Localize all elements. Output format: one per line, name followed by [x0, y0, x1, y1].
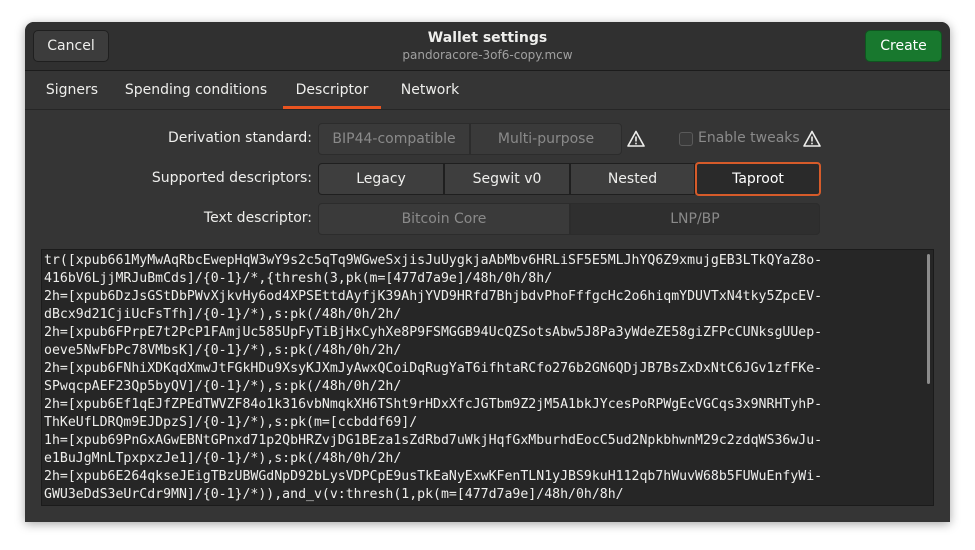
- segwit-v0-option[interactable]: Segwit v0: [444, 163, 570, 195]
- title-block: Wallet settings pandoracore-3of6-copy.mc…: [25, 29, 950, 63]
- taproot-option[interactable]: Taproot: [695, 162, 821, 196]
- multi-purpose-option[interactable]: Multi-purpose: [470, 123, 622, 155]
- descriptor-line: GWU3eDdS3eUrCdr9MN]/{0-1}/*)),and_v(v:th…: [44, 487, 624, 502]
- descriptor-line: ThKeUfLDRQm9EJDpzS]/{0-1}/*),s:pk(m=[ccb…: [44, 415, 418, 430]
- descriptor-line: dBcx9d21CjiUcFsTfh]/{0-1}/*),s:pk(/48h/0…: [44, 307, 402, 322]
- descriptor-line: e1BuJgMnLTpxpxzJe1]/{0-1}/*),s:pk(/48h/0…: [44, 451, 402, 466]
- descriptor-text: tr([xpub661MyMwAqRbcEwepHqW3wY9s2c5qTq9W…: [42, 250, 933, 504]
- descriptor-line: 2h=[xpub6Ef1qEJfZPEdTWVZF84o1k316vbNmqkX…: [44, 397, 823, 412]
- bitcoin-core-option[interactable]: Bitcoin Core: [318, 203, 570, 235]
- tab-spending-conditions[interactable]: Spending conditions: [120, 71, 272, 109]
- nested-option[interactable]: Nested: [570, 163, 695, 195]
- window-title: Wallet settings: [427, 30, 548, 46]
- header-bar: Cancel Wallet settings pandoracore-3of6-…: [25, 22, 950, 71]
- warning-triangle-icon: [627, 130, 645, 147]
- descriptor-line: 2h=[xpub6DzJsGStDbPWvXjkvHy6od4XPSEttdAy…: [44, 289, 823, 304]
- wallet-settings-window: Cancel Wallet settings pandoracore-3of6-…: [25, 22, 950, 522]
- supported-descriptors-label: Supported descriptors:: [151, 170, 312, 186]
- descriptor-line: 2h=[xpub6E264qkseJEigTBzUBWGdNpD92bLysVD…: [44, 469, 823, 484]
- tab-signers[interactable]: Signers: [37, 71, 107, 109]
- window-subtitle: pandoracore-3of6-copy.mcw: [402, 48, 573, 62]
- tab-descriptor[interactable]: Descriptor: [283, 71, 381, 109]
- derivation-standard-label: Derivation standard:: [168, 130, 312, 146]
- tab-bar: Signers Spending conditions Descriptor N…: [25, 71, 950, 110]
- descriptor-line: tr([xpub661MyMwAqRbcEwepHqW3wY9s2c5qTq9W…: [44, 253, 823, 268]
- lnp-bp-option[interactable]: LNP/BP: [570, 203, 820, 235]
- vertical-scrollbar[interactable]: [927, 254, 930, 384]
- text-descriptor-label: Text descriptor:: [203, 210, 312, 226]
- enable-tweaks-checkbox[interactable]: [679, 132, 693, 146]
- descriptor-line: 2h=[xpub6FPrpE7t2PcP1FAmjUc585UpFyTiBjHx…: [44, 325, 823, 340]
- descriptor-text-area[interactable]: tr([xpub661MyMwAqRbcEwepHqW3wY9s2c5qTq9W…: [41, 249, 934, 506]
- descriptor-line: 1h=[xpub69PnGxAGwEBNtGPnxd71p2QbHRZvjDG1…: [44, 433, 823, 448]
- warning-triangle-icon: [803, 130, 821, 147]
- create-button[interactable]: Create: [865, 30, 942, 62]
- descriptor-line: 416bV6LjjMRJuBmCds]/{0-1}/*,{thresh(3,pk…: [44, 271, 553, 286]
- tab-network[interactable]: Network: [392, 71, 468, 109]
- legacy-option[interactable]: Legacy: [318, 163, 444, 195]
- descriptor-line: 2h=[xpub6FNhiXDKqdXmwJtFGkHDu9XsyKJXmJyA…: [44, 361, 823, 376]
- enable-tweaks-label: Enable tweaks: [698, 130, 800, 146]
- descriptor-line: oeve5NwFbPc78VMbsK]/{0-1}/*),s:pk(/48h/0…: [44, 343, 402, 358]
- bip44-compatible-option[interactable]: BIP44-compatible: [318, 123, 470, 155]
- descriptor-line: SPwqcpAEF23Qp5byQV]/{0-1}/*),s:pk(/48h/0…: [44, 379, 402, 394]
